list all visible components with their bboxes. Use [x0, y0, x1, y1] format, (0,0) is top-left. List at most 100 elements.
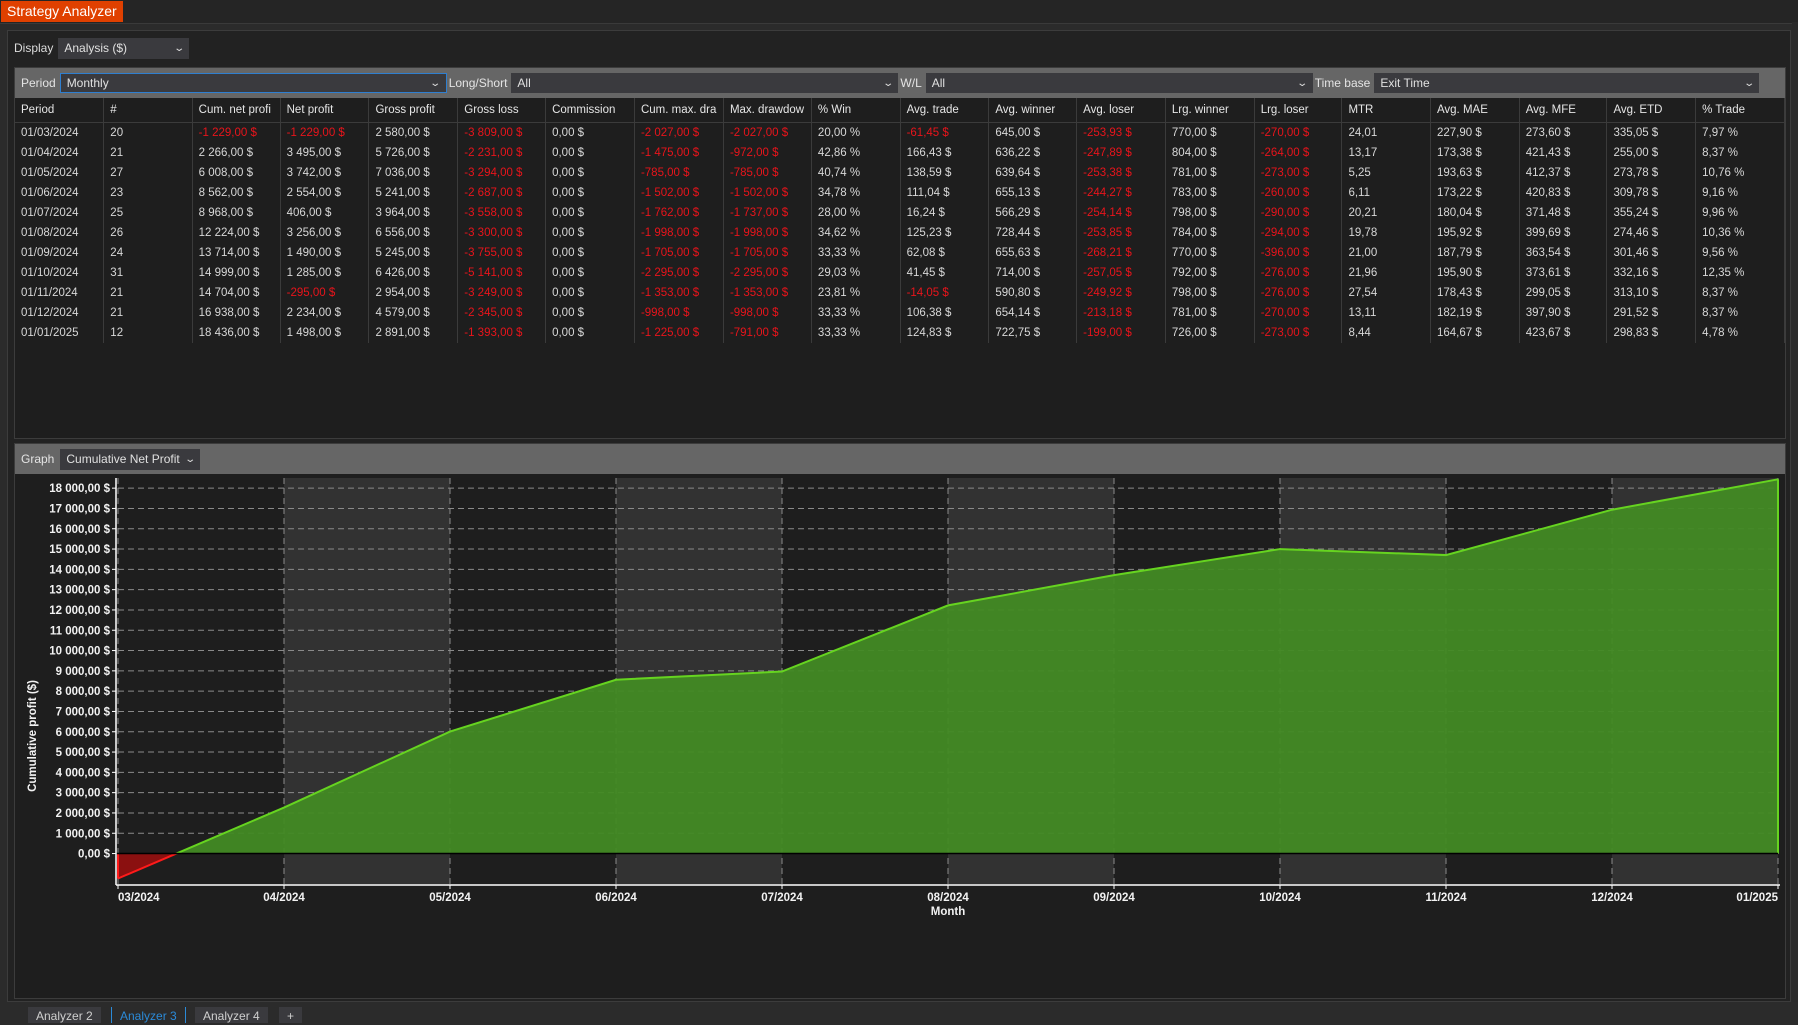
table-cell: 14 704,00 $: [192, 283, 280, 303]
graph-select[interactable]: Cumulative Net Profit ⌄: [60, 449, 200, 470]
y-tick-label: 15 000,00 $: [49, 544, 110, 556]
table-cell: 01/09/2024: [15, 243, 104, 263]
table-cell: 01/03/2024: [15, 123, 104, 144]
column-header[interactable]: Avg. winner: [989, 98, 1077, 123]
table-cell: 590,80 $: [989, 283, 1077, 303]
table-cell: 1 490,00 $: [280, 243, 369, 263]
column-header[interactable]: % Win: [811, 98, 900, 123]
table-cell: 2 891,00 $: [369, 323, 458, 343]
table-cell: -2 231,00 $: [458, 143, 546, 163]
display-select[interactable]: Analysis ($) ⌄: [58, 38, 189, 59]
period-select[interactable]: Monthly ⌄: [60, 73, 447, 93]
column-header[interactable]: Max. drawdow: [723, 98, 811, 123]
long-short-select[interactable]: All ⌄: [511, 73, 898, 93]
table-row[interactable]: 01/05/2024276 008,00 $3 742,00 $7 036,00…: [15, 163, 1785, 183]
display-select-value: Analysis ($): [64, 41, 127, 55]
table-cell: 14 999,00 $: [192, 263, 280, 283]
column-header[interactable]: % Trade: [1696, 98, 1785, 123]
column-header[interactable]: Avg. ETD: [1607, 98, 1696, 123]
cumulative-profit-chart: 0,00 $1 000,00 $2 000,00 $3 000,00 $4 00…: [15, 474, 1785, 998]
table-row[interactable]: 01/03/202420-1 229,00 $-1 229,00 $2 580,…: [15, 123, 1785, 144]
table-cell: 33,33 %: [811, 243, 900, 263]
analyzer-container: Display Analysis ($) ⌄ Period Monthly ⌄ …: [7, 30, 1791, 1002]
table-cell: 726,00 $: [1165, 323, 1254, 343]
table-cell: 26: [104, 223, 192, 243]
wl-select-value: All: [932, 76, 945, 90]
table-row[interactable]: 01/10/20243114 999,00 $1 285,00 $6 426,0…: [15, 263, 1785, 283]
table-cell: -247,89 $: [1077, 143, 1166, 163]
column-header[interactable]: Gross profit: [369, 98, 458, 123]
table-header-row: Period#Cum. net profiNet profitGross pro…: [15, 98, 1785, 123]
chevron-down-icon: ⌄: [882, 78, 894, 89]
time-base-select[interactable]: Exit Time ⌄: [1374, 73, 1759, 93]
table-cell: 654,14 $: [989, 303, 1077, 323]
table-row[interactable]: 01/01/20251218 436,00 $1 498,00 $2 891,0…: [15, 323, 1785, 343]
table-row[interactable]: 01/09/20242413 714,00 $1 490,00 $5 245,0…: [15, 243, 1785, 263]
x-tick-label: 12/2024: [1591, 892, 1633, 904]
table-cell: 9,96 %: [1696, 203, 1785, 223]
table-cell: 1 498,00 $: [280, 323, 369, 343]
table-cell: 9,56 %: [1696, 243, 1785, 263]
table-cell: 8 968,00 $: [192, 203, 280, 223]
table-cell: 195,92 $: [1430, 223, 1519, 243]
column-header[interactable]: Gross loss: [458, 98, 546, 123]
column-header[interactable]: Lrg. winner: [1165, 98, 1254, 123]
table-cell: 332,16 $: [1607, 263, 1696, 283]
column-header[interactable]: Avg. loser: [1077, 98, 1166, 123]
x-tick-label: 10/2024: [1259, 892, 1301, 904]
y-tick-label: 12 000,00 $: [49, 605, 110, 617]
column-header[interactable]: Avg. MAE: [1430, 98, 1519, 123]
y-tick-label: 4 000,00 $: [56, 767, 111, 779]
column-header[interactable]: Avg. MFE: [1519, 98, 1607, 123]
table-cell: 173,38 $: [1430, 143, 1519, 163]
filter-bar: Period Monthly ⌄ Long/Short All ⌄ W/L Al…: [15, 68, 1785, 98]
column-header[interactable]: Cum. net profi: [192, 98, 280, 123]
table-cell: 34,78 %: [811, 183, 900, 203]
table-cell: -199,00 $: [1077, 323, 1166, 343]
y-tick-label: 14 000,00 $: [49, 564, 110, 576]
table-cell: 8,37 %: [1696, 303, 1785, 323]
column-header[interactable]: Cum. max. dra: [634, 98, 723, 123]
table-cell: 274,46 $: [1607, 223, 1696, 243]
table-cell: 13,17: [1342, 143, 1431, 163]
column-header[interactable]: #: [104, 98, 192, 123]
column-header[interactable]: Commission: [546, 98, 635, 123]
table-row[interactable]: 01/11/20242114 704,00 $-295,00 $2 954,00…: [15, 283, 1785, 303]
x-axis-label: Month: [931, 906, 965, 918]
table-cell: -5 141,00 $: [458, 263, 546, 283]
x-tick-label: 06/2024: [595, 892, 637, 904]
table-row[interactable]: 01/07/2024258 968,00 $406,00 $3 964,00 $…: [15, 203, 1785, 223]
window-scrollbar[interactable]: [1792, 22, 1798, 1002]
table-cell: 21,00: [1342, 243, 1431, 263]
column-header[interactable]: Avg. trade: [900, 98, 989, 123]
column-header[interactable]: Net profit: [280, 98, 369, 123]
table-cell: 0,00 $: [546, 323, 635, 343]
x-tick-label: 08/2024: [927, 892, 969, 904]
table-cell: 335,05 $: [1607, 123, 1696, 144]
table-cell: 62,08 $: [900, 243, 989, 263]
title-bar: Strategy Analyzer: [0, 0, 1798, 24]
table-cell: 2 580,00 $: [369, 123, 458, 144]
wl-select[interactable]: All ⌄: [926, 73, 1313, 93]
table-cell: -3 755,00 $: [458, 243, 546, 263]
table-cell: 273,60 $: [1519, 123, 1607, 144]
window-title[interactable]: Strategy Analyzer: [1, 1, 123, 22]
table-row[interactable]: 01/04/2024212 266,00 $3 495,00 $5 726,00…: [15, 143, 1785, 163]
table-row[interactable]: 01/12/20242116 938,00 $2 234,00 $4 579,0…: [15, 303, 1785, 323]
table-cell: 166,43 $: [900, 143, 989, 163]
table-cell: -3 294,00 $: [458, 163, 546, 183]
table-cell: 399,69 $: [1519, 223, 1607, 243]
table-cell: 173,22 $: [1430, 183, 1519, 203]
wl-label: W/L: [900, 76, 921, 90]
table-row[interactable]: 01/08/20242612 224,00 $3 256,00 $6 556,0…: [15, 223, 1785, 243]
table-cell: -1 229,00 $: [280, 123, 369, 144]
column-header[interactable]: MTR: [1342, 98, 1431, 123]
column-header[interactable]: Period: [15, 98, 104, 123]
x-tick-label: 03/2024: [118, 892, 160, 904]
y-tick-labels: 0,00 $1 000,00 $2 000,00 $3 000,00 $4 00…: [49, 483, 116, 860]
table-cell: 0,00 $: [546, 283, 635, 303]
chevron-down-icon: ⌄: [1297, 78, 1309, 89]
table-row[interactable]: 01/06/2024238 562,00 $2 554,00 $5 241,00…: [15, 183, 1785, 203]
table-cell: -61,45 $: [900, 123, 989, 144]
column-header[interactable]: Lrg. loser: [1254, 98, 1342, 123]
